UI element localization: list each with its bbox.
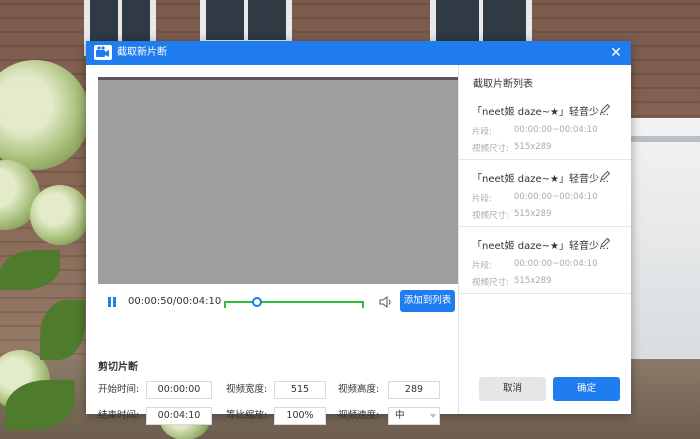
- video-preview[interactable]: [98, 77, 458, 284]
- confirm-button[interactable]: 确定: [553, 377, 620, 401]
- dialog-title: 截取新片断: [117, 47, 167, 58]
- trim-slider[interactable]: [222, 293, 366, 311]
- clip-list-item[interactable]: 「neet姬 daze~★」轻音少… 片段: 00:00:00~00:04:10…: [459, 227, 631, 294]
- video-speed-select[interactable]: 中: [388, 407, 440, 425]
- pencil-icon[interactable]: [599, 237, 611, 249]
- clip-list-item[interactable]: 「neet姬 daze~★」轻音少… 片段: 00:00:00~00:04:10…: [459, 160, 631, 227]
- start-time-label: 开始时间:: [98, 384, 140, 395]
- size-label: 视频尺寸:: [472, 278, 509, 288]
- video-speed-label: 视频速度:: [338, 410, 380, 421]
- scale-label: 等比缩放:: [226, 410, 268, 421]
- segment-value: 00:00:00~00:04:10: [514, 125, 598, 135]
- video-width-label: 视频宽度:: [226, 384, 268, 395]
- size-value: 515x289: [514, 276, 552, 286]
- cut-clip-dialog: 截取新片断 ✕ 00:00:50/00:04:10 添加到列表 剪切片断 开始时…: [86, 41, 632, 425]
- trim-start-handle[interactable]: [224, 301, 226, 308]
- close-icon[interactable]: ✕: [607, 44, 625, 62]
- video-height-label: 视频高度:: [338, 384, 380, 395]
- segment-value: 00:00:00~00:04:10: [514, 259, 598, 269]
- chevron-down-icon: [430, 414, 436, 418]
- playback-time: 00:00:50/00:04:10: [128, 296, 222, 307]
- hydrangea-flower: [30, 185, 90, 245]
- size-label: 视频尺寸:: [472, 144, 509, 154]
- building-window: [200, 0, 292, 46]
- cut-section-title: 剪切片断: [98, 362, 138, 373]
- cancel-button[interactable]: 取消: [479, 377, 546, 401]
- gazebo: [630, 118, 700, 368]
- clip-name: 「neet姬 daze~★」轻音少…: [472, 107, 609, 118]
- start-time-input[interactable]: 00:00:00: [146, 381, 212, 399]
- segment-label: 片段:: [472, 127, 492, 137]
- end-time-input[interactable]: 00:04:10: [146, 407, 212, 425]
- editor-panel: 00:00:50/00:04:10 添加到列表 剪切片断 开始时间: 00:00…: [86, 65, 458, 425]
- add-to-list-button[interactable]: 添加到列表: [400, 290, 455, 312]
- size-label: 视频尺寸:: [472, 211, 509, 221]
- trim-end-handle[interactable]: [362, 301, 364, 308]
- pencil-icon[interactable]: [599, 103, 611, 115]
- slider-track: [225, 301, 363, 303]
- clip-name: 「neet姬 daze~★」轻音少…: [472, 241, 609, 252]
- scale-input[interactable]: 100%: [274, 407, 326, 425]
- dialog-titlebar: 截取新片断 ✕: [86, 41, 631, 65]
- size-value: 515x289: [514, 209, 552, 219]
- segment-label: 片段:: [472, 261, 492, 271]
- playhead-knob[interactable]: [251, 297, 262, 307]
- video-height-input[interactable]: 289: [388, 381, 440, 399]
- clip-list-panel: 截取片断列表 「neet姬 daze~★」轻音少… 片段: 00:00:00~0…: [458, 65, 632, 414]
- size-value: 515x289: [514, 142, 552, 152]
- playback-controls: 00:00:50/00:04:10 添加到列表: [98, 287, 458, 317]
- video-width-input[interactable]: 515: [274, 381, 326, 399]
- pause-icon[interactable]: [108, 297, 118, 308]
- clip-list-item[interactable]: 「neet姬 daze~★」轻音少… 片段: 00:00:00~00:04:10…: [459, 93, 631, 160]
- clip-list-title: 截取片断列表: [473, 79, 533, 90]
- volume-icon[interactable]: [379, 295, 393, 309]
- video-speed-value: 中: [395, 410, 405, 421]
- camera-icon: [94, 45, 112, 60]
- clip-name: 「neet姬 daze~★」轻音少…: [472, 174, 609, 185]
- end-time-label: 结束时间:: [98, 410, 140, 421]
- segment-value: 00:00:00~00:04:10: [514, 192, 598, 202]
- segment-label: 片段:: [472, 194, 492, 204]
- pencil-icon[interactable]: [599, 170, 611, 182]
